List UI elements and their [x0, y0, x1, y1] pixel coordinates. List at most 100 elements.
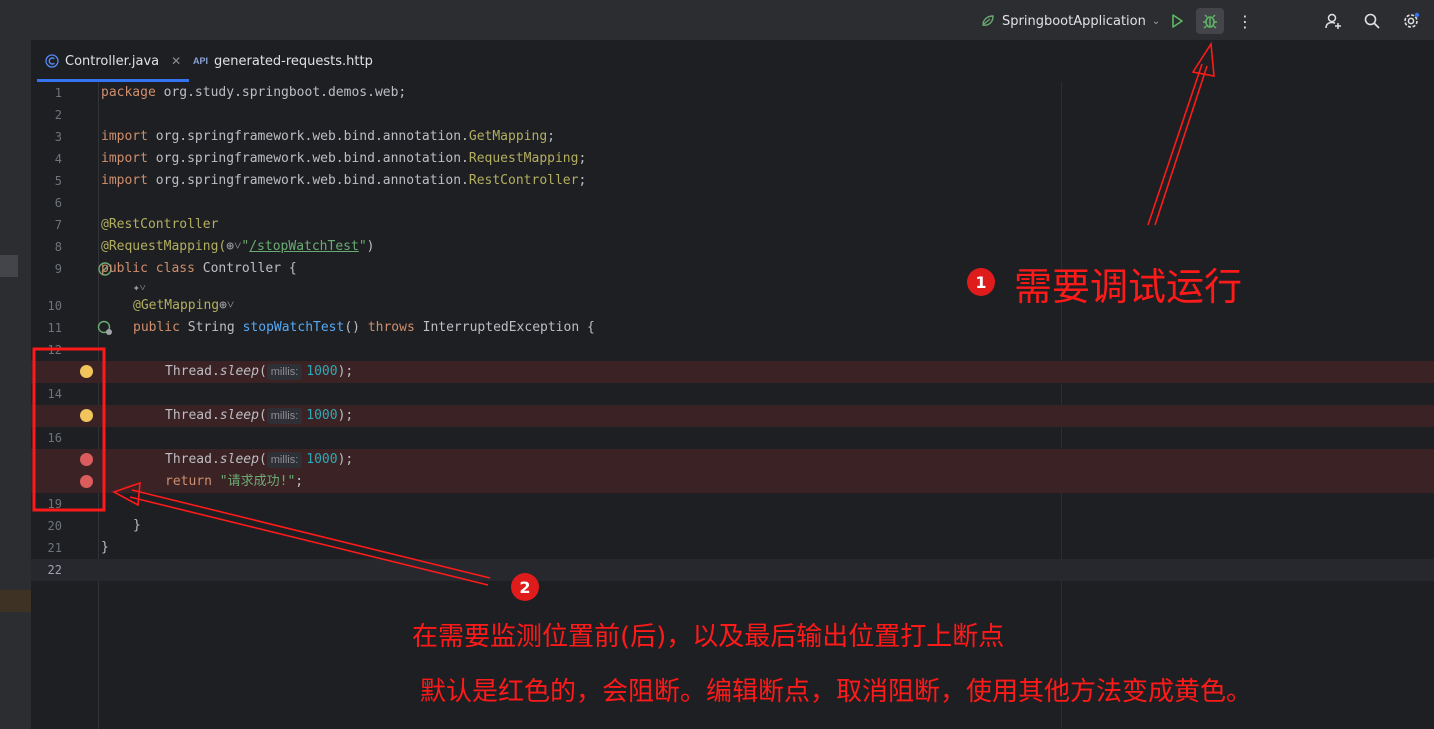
close-icon[interactable]: ✕ — [171, 54, 181, 68]
line-number: 20 — [47, 519, 62, 533]
number-literal: 1000 — [306, 364, 338, 379]
run-configuration-label: SpringbootApplication — [1002, 13, 1146, 29]
keyword: return — [165, 474, 212, 489]
settings-button[interactable] — [1397, 8, 1425, 34]
annotation-badge-1: 1 — [967, 268, 995, 296]
code-line: 20 } — [31, 515, 1434, 537]
code-text: InterruptedException { — [414, 320, 595, 335]
code-text: } — [101, 540, 109, 555]
line-number: 13 — [31, 361, 62, 383]
code-text: Thread. — [165, 364, 220, 379]
code-line-breakpoint: 15 Thread.sleep(millis:1000); — [31, 405, 1434, 427]
tool-strip-marker — [0, 590, 31, 612]
line-number: 9 — [54, 262, 62, 276]
annotation-class: RestController — [468, 173, 579, 188]
chevron-down-icon: ⌄ — [1151, 15, 1161, 27]
code-text: Thread. — [165, 452, 220, 467]
line-number: 17 — [31, 449, 62, 471]
spring-endpoint-icon[interactable] — [97, 320, 113, 336]
code-text: ; — [547, 129, 555, 144]
code-line: 11 public String stopWatchTest() throws … — [31, 317, 1434, 339]
url-link[interactable]: /stopWatchTest — [249, 239, 359, 254]
code-line: 19 — [31, 493, 1434, 515]
code-text: () — [344, 320, 368, 335]
code-text: ; — [578, 173, 587, 188]
code-text: ; — [295, 474, 304, 489]
breakpoint-red[interactable] — [80, 453, 93, 466]
breakpoint-red[interactable] — [80, 475, 93, 488]
line-number: 10 — [47, 299, 62, 313]
line-number: 11 — [47, 321, 62, 335]
title-bar: SpringbootApplication ⌄ ⋮ — [0, 0, 1434, 40]
line-number: 18 — [31, 471, 62, 493]
method-name: sleep — [219, 364, 259, 379]
method-name: stopWatchTest — [242, 320, 345, 335]
annotation: @RestController — [101, 217, 219, 232]
left-tool-strip — [0, 40, 32, 729]
code-vision-icon[interactable]: ✦˅ — [133, 281, 146, 294]
run-button[interactable] — [1163, 8, 1191, 34]
keyword: import — [101, 151, 148, 166]
more-actions-button[interactable]: ⋮ — [1231, 8, 1259, 34]
code-text: org.springframework.web.bind.annotation. — [147, 173, 469, 188]
line-number: 2 — [54, 108, 62, 122]
code-line-breakpoint: 13 Thread.sleep(millis:1000); — [31, 361, 1434, 383]
code-line: 14 — [31, 383, 1434, 405]
code-line-breakpoint: 17 Thread.sleep(millis:1000); — [31, 449, 1434, 471]
tab-label: generated-requests.http — [214, 53, 373, 69]
run-icon — [1172, 14, 1183, 28]
code-text: org.springframework.web.bind.annotation. — [147, 151, 469, 166]
code-line-current: 22 — [31, 559, 1434, 581]
line-number: 6 — [54, 196, 62, 210]
code-text: ); — [337, 452, 354, 467]
tab-generated-requests-http[interactable]: API generated-requests.http — [185, 40, 381, 82]
keyword: public — [133, 320, 180, 335]
code-line: 21 } — [31, 537, 1434, 559]
string-quote: " — [358, 239, 367, 254]
line-number: 21 — [47, 541, 62, 555]
annotation-class: RequestMapping — [468, 151, 579, 166]
code-line-breakpoint: 18 return "请求成功!"; — [31, 471, 1434, 493]
keyword: public class — [101, 261, 195, 276]
annotation: @GetMapping — [133, 298, 220, 313]
editor-tab-bar: Controller.java ✕ API generated-requests… — [31, 40, 1434, 83]
code-text: org.study.springboot.demos.web; — [155, 85, 407, 100]
line-number: 5 — [54, 174, 62, 188]
api-icon: API — [193, 56, 209, 66]
number-literal: 1000 — [306, 408, 338, 423]
code-text: ); — [337, 408, 354, 423]
code-text: ); — [337, 364, 354, 379]
code-text: Thread. — [165, 408, 220, 423]
line-number: 15 — [31, 405, 62, 427]
search-button[interactable] — [1358, 8, 1386, 34]
code-line: 3 import org.springframework.web.bind.an… — [31, 126, 1434, 148]
line-number: 3 — [54, 130, 62, 144]
globe-icon[interactable]: ⊕˅ — [219, 298, 234, 313]
code-line: 8 @RequestMapping(⊕˅"/stopWatchTest") — [31, 236, 1434, 258]
annotation-text-2b: 默认是红色的，会阻断。编辑断点，取消阻断，使用其他方法变成黄色。 — [420, 677, 1253, 707]
code-text: ( — [258, 408, 267, 423]
debug-button[interactable] — [1196, 8, 1224, 34]
settings-icon — [1404, 12, 1420, 28]
line-number: 7 — [54, 218, 62, 232]
tab-controller-java[interactable]: Controller.java ✕ — [37, 40, 190, 82]
code-text: String — [179, 320, 243, 335]
add-user-icon — [1325, 13, 1341, 29]
add-user-button[interactable] — [1319, 8, 1347, 34]
search-icon — [1364, 13, 1380, 29]
code-text: Controller { — [194, 261, 297, 276]
keyword: package — [101, 85, 156, 100]
globe-icon[interactable]: ⊕˅ — [226, 239, 241, 254]
line-number: 8 — [54, 240, 62, 254]
code-text: } — [133, 518, 141, 533]
annotation-class: GetMapping — [468, 129, 548, 144]
breakpoint-yellow[interactable] — [80, 365, 93, 378]
code-line: 4 import org.springframework.web.bind.an… — [31, 148, 1434, 170]
run-configuration-selector[interactable]: SpringbootApplication ⌄ — [980, 10, 1160, 32]
annotation-text-1: 需要调试运行 — [1014, 265, 1243, 309]
keyword: import — [101, 173, 148, 188]
code-line: 5 import org.springframework.web.bind.an… — [31, 170, 1434, 192]
line-number: 14 — [47, 387, 62, 401]
more-icon: ⋮ — [1237, 11, 1253, 31]
breakpoint-yellow[interactable] — [80, 409, 93, 422]
